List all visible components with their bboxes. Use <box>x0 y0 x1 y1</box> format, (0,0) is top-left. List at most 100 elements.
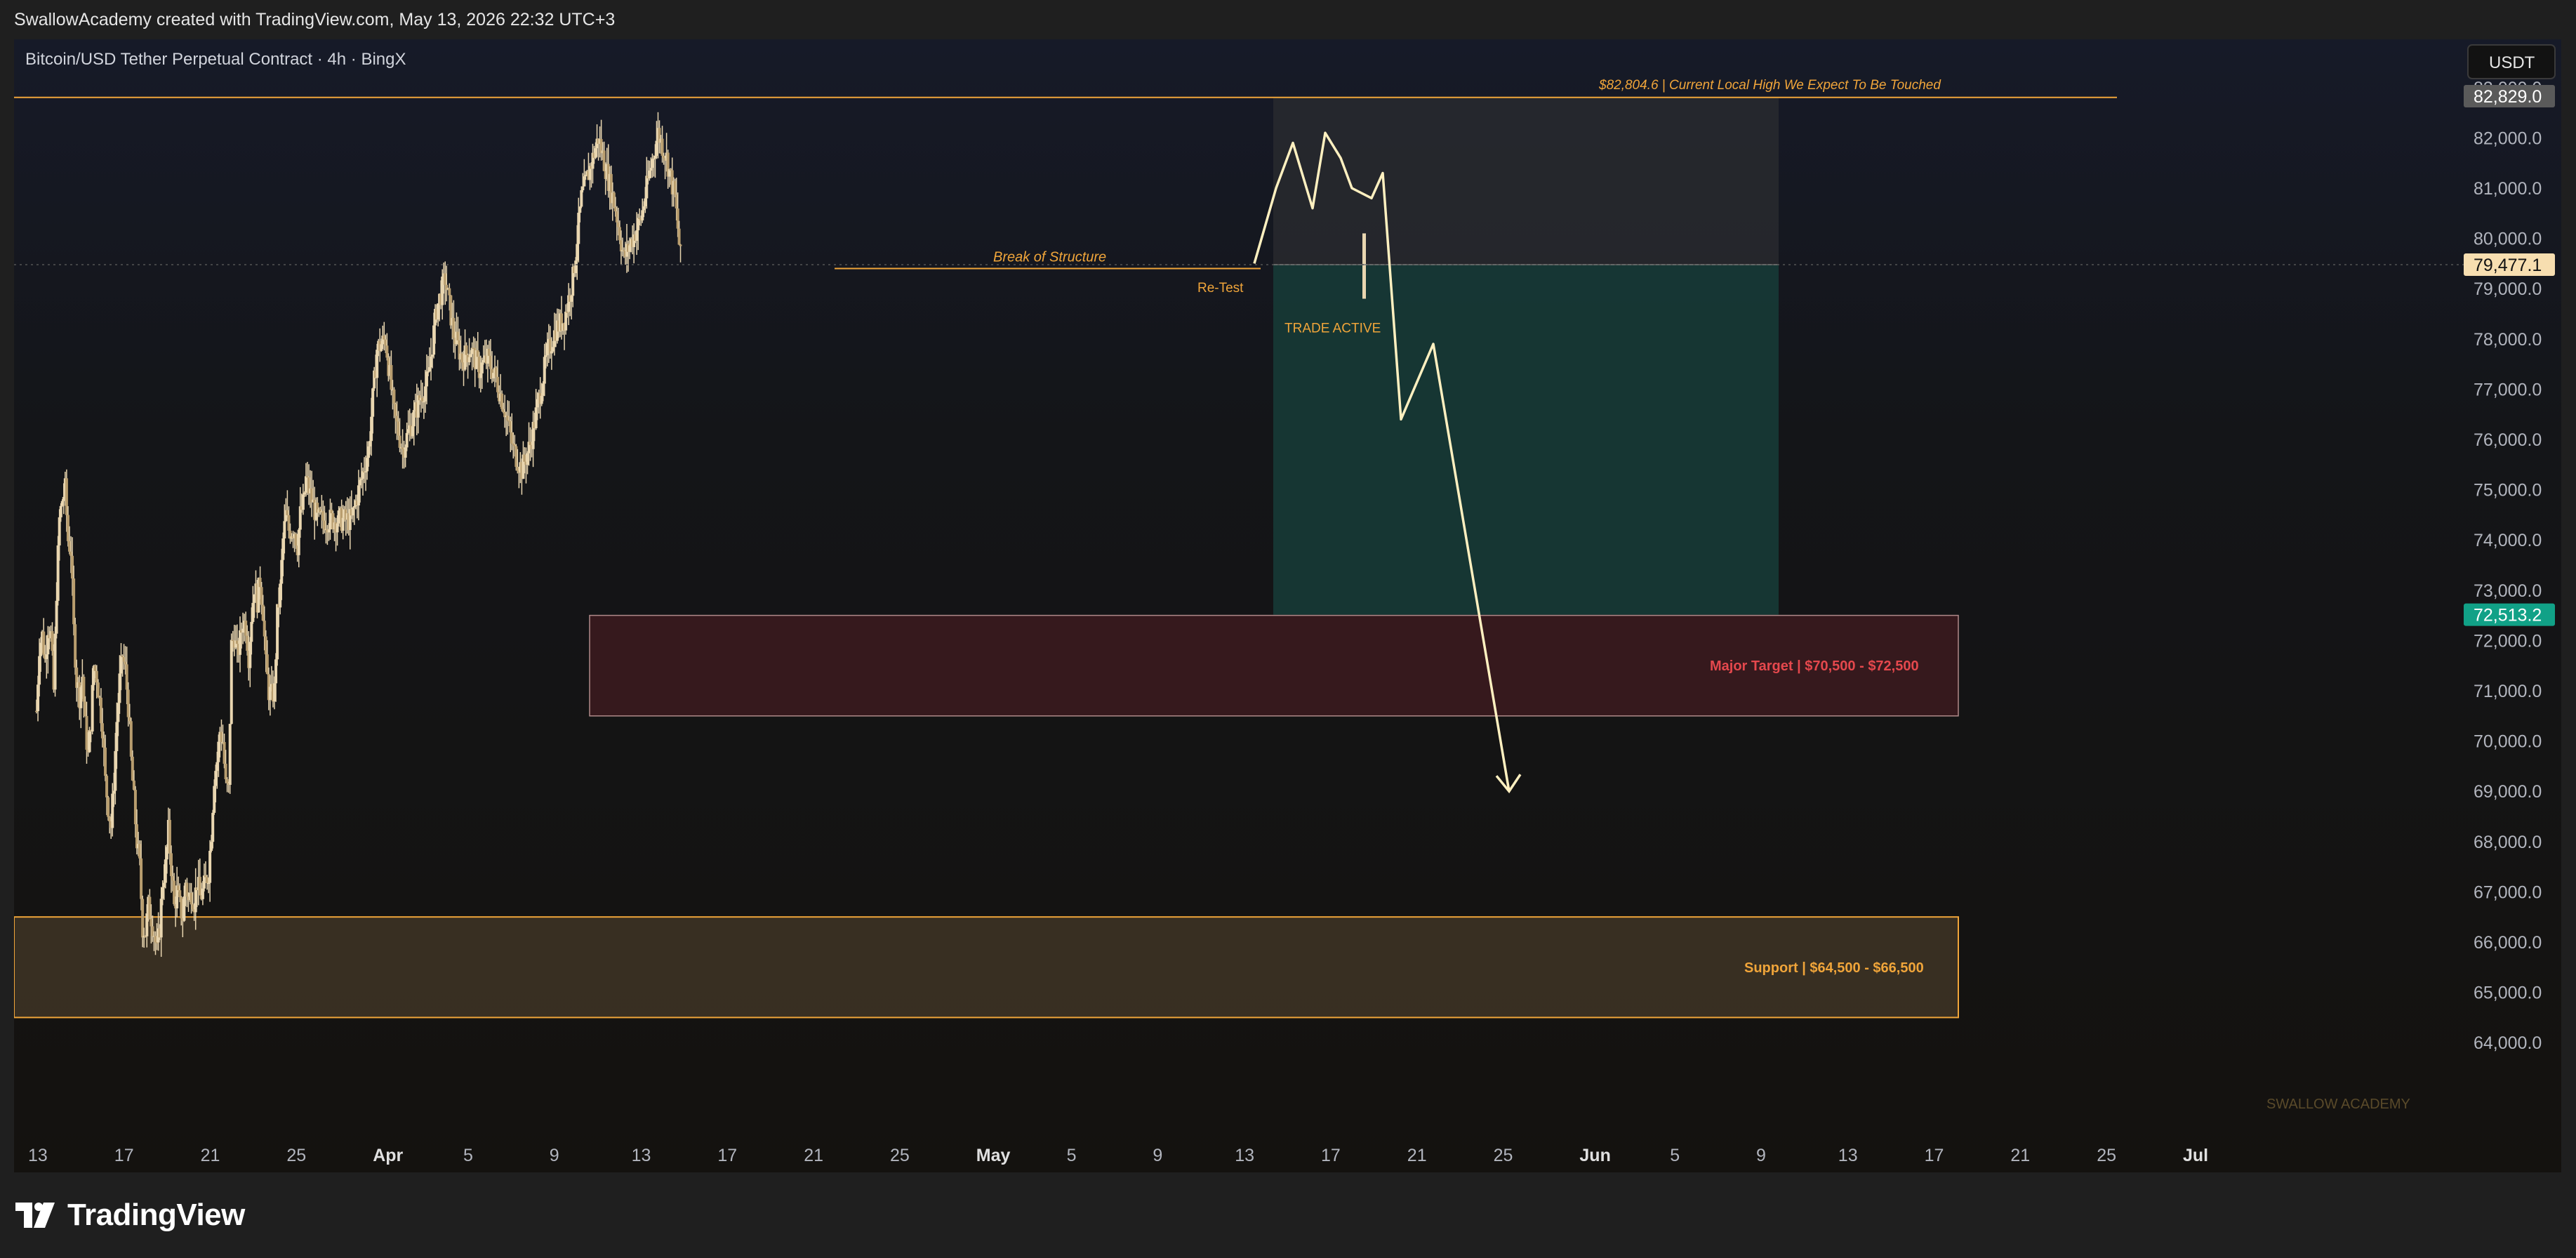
price-tick-label: 71,000.0 <box>2474 682 2542 701</box>
trade-active-label: TRADE ACTIVE <box>1284 321 1381 336</box>
tradingview-logo[interactable]: TradingView <box>15 1198 245 1233</box>
major-target-label: Major Target | $70,500 - $72,500 <box>1710 658 1919 674</box>
time-tick-label: 25 <box>2097 1146 2116 1165</box>
time-tick-label: 9 <box>1153 1146 1162 1165</box>
time-tick-label: 17 <box>1321 1146 1341 1165</box>
candle-body <box>72 578 76 625</box>
candle-body <box>230 640 233 724</box>
candle-body <box>53 633 57 690</box>
time-tick-label: 9 <box>550 1146 559 1165</box>
time-tick-label: 21 <box>1407 1146 1427 1165</box>
target-price-badge: 72,513.2 <box>2464 603 2555 626</box>
time-tick-label: 21 <box>201 1146 220 1165</box>
local-high-label: $82,804.6 | Current Local High We Expect… <box>1598 78 1941 93</box>
retest-label: Re-Test <box>1197 281 1244 296</box>
candle-body <box>392 389 396 404</box>
candle-body <box>371 388 375 417</box>
price-chart[interactable]: $82,804.6 | Current Local High We Expect… <box>14 39 2561 1172</box>
price-tick-label: 68,000.0 <box>2474 833 2542 852</box>
footer <box>0 1174 2576 1258</box>
break-of-structure-label: Break of Structure <box>993 250 1106 265</box>
candle-body <box>140 858 143 899</box>
candle-body <box>253 594 256 603</box>
time-tick-label: 9 <box>1756 1146 1766 1165</box>
price-tick-label: 70,000.0 <box>2474 732 2542 752</box>
candle-body <box>412 410 416 427</box>
candle-body <box>1362 233 1366 299</box>
support-label: Support | $64,500 - $66,500 <box>1744 960 1924 976</box>
time-tick-label: Jul <box>2183 1146 2208 1165</box>
candle-body <box>104 747 107 776</box>
price-tick-label: 66,000.0 <box>2474 933 2542 953</box>
top-bar: SwallowAcademy created with TradingView.… <box>0 0 2576 39</box>
candle-body <box>211 812 215 842</box>
price-tick-label: 75,000.0 <box>2474 481 2542 501</box>
time-tick-label: 21 <box>2010 1146 2030 1165</box>
time-tick-label: 5 <box>1670 1146 1680 1165</box>
price-tick-label: 80,000.0 <box>2474 230 2542 249</box>
current-price-badge-text: 79,477.1 <box>2474 256 2542 275</box>
time-tick-label: 21 <box>804 1146 823 1165</box>
candle-body <box>178 890 182 897</box>
price-tick-label: 73,000.0 <box>2474 581 2542 601</box>
chart-panel[interactable]: $82,804.6 | Current Local High We Expect… <box>14 39 2561 1172</box>
price-tick-label: 67,000.0 <box>2474 882 2542 902</box>
time-tick-label: 17 <box>114 1146 134 1165</box>
candle-body <box>91 684 94 731</box>
candle-body <box>467 357 471 363</box>
candle-body <box>96 682 100 698</box>
high-price-badge-text: 82,829.0 <box>2474 87 2542 107</box>
time-tick-label: Apr <box>373 1146 403 1165</box>
candle-body <box>105 776 109 797</box>
candle-body <box>107 797 110 817</box>
symbol-title: Bitcoin/USD Tether Perpetual Contract · … <box>25 50 406 69</box>
high-price-badge: 82,829.0 <box>2464 85 2555 108</box>
support-zone <box>14 916 1959 1019</box>
time-tick-label: May <box>976 1146 1011 1165</box>
price-tick-label: 79,000.0 <box>2474 279 2542 299</box>
time-tick-label: 25 <box>1494 1146 1513 1165</box>
tradingview-logo-text: TradingView <box>67 1198 245 1232</box>
time-tick-label: Jun <box>1579 1146 1610 1165</box>
candle-body <box>283 521 286 538</box>
time-tick-label: 17 <box>717 1146 737 1165</box>
tradingview-logo-icon <box>15 1203 55 1228</box>
time-tick-label: 25 <box>286 1146 306 1165</box>
price-tick-label: 64,000.0 <box>2474 1033 2542 1053</box>
price-tick-label: 69,000.0 <box>2474 782 2542 802</box>
candle-body <box>59 505 62 517</box>
time-tick-label: 13 <box>28 1146 48 1165</box>
candle-body <box>228 724 232 785</box>
author-credit: SwallowAcademy created with TradingView.… <box>14 10 616 29</box>
price-tick-label: 77,000.0 <box>2474 380 2542 399</box>
price-tick-label: 78,000.0 <box>2474 330 2542 350</box>
candle-body <box>580 190 583 207</box>
time-tick-label: 5 <box>463 1146 473 1165</box>
candle-body <box>250 621 253 642</box>
price-tick-label: 65,000.0 <box>2474 984 2542 1003</box>
time-tick-label: 13 <box>1838 1146 1858 1165</box>
candle-body <box>208 850 212 883</box>
candle-body <box>55 600 58 634</box>
currency-label: USDT <box>2489 53 2535 72</box>
time-tick-label: 25 <box>890 1146 910 1165</box>
current-price-badge: 79,477.1 <box>2464 253 2555 277</box>
take-profit-zone <box>1273 265 1779 615</box>
candle-body <box>679 244 682 246</box>
price-tick-label: 76,000.0 <box>2474 430 2542 450</box>
time-tick-label: 17 <box>1925 1146 1944 1165</box>
candle-body <box>405 432 409 448</box>
candle-body <box>448 288 451 296</box>
candle-body <box>224 763 227 780</box>
time-tick-label: 5 <box>1067 1146 1077 1165</box>
target-price-badge-text: 72,513.2 <box>2474 606 2542 625</box>
price-tick-label: 72,000.0 <box>2474 631 2542 651</box>
price-tick-label: 81,000.0 <box>2474 179 2542 199</box>
time-tick-label: 13 <box>1235 1146 1254 1165</box>
price-tick-label: 74,000.0 <box>2474 531 2542 550</box>
candle-body <box>465 345 468 355</box>
price-tick-label: 82,000.0 <box>2474 128 2542 148</box>
candle-body <box>581 186 585 190</box>
candle-body <box>677 228 681 245</box>
currency-button[interactable]: USDT <box>2467 44 2556 79</box>
